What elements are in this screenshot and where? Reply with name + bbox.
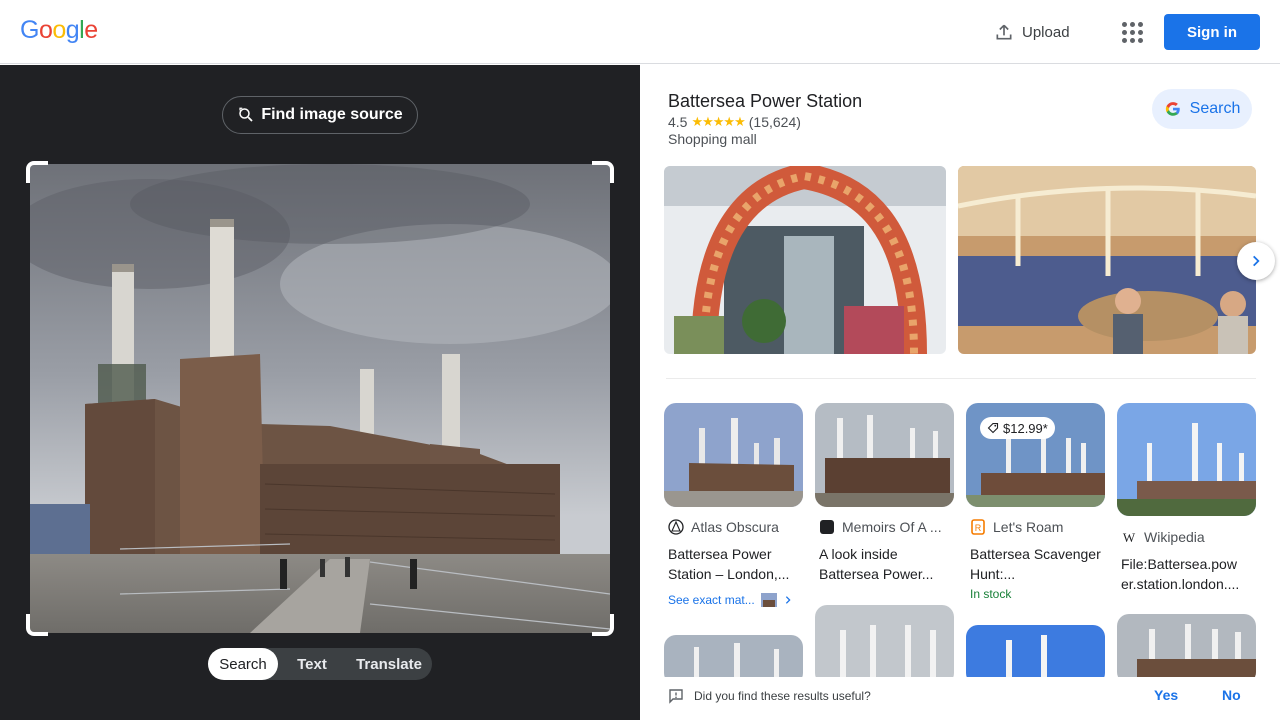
- source-name: Memoirs Of A ...: [842, 519, 942, 535]
- find-source-label: Find image source: [261, 106, 403, 123]
- memoirs-favicon: [819, 519, 835, 535]
- mode-text-tab[interactable]: Text: [278, 648, 346, 680]
- feedback-question: Did you find these results useful?: [694, 689, 871, 703]
- result-thumbnail[interactable]: [664, 403, 803, 507]
- logo-letter: o: [52, 16, 66, 44]
- next-photos-button[interactable]: [1237, 242, 1275, 280]
- query-photo[interactable]: [30, 164, 610, 633]
- result-thumbnail[interactable]: [1117, 614, 1256, 684]
- logo-letter: g: [65, 16, 80, 44]
- entity-rating: 4.5 ★★★★★ (15,624): [668, 114, 801, 130]
- upload-button[interactable]: Upload: [986, 14, 1078, 50]
- chevron-right-icon: [785, 596, 791, 604]
- result-title[interactable]: Battersea Scavenger Hunt:...: [966, 544, 1105, 584]
- price-value: $12.99*: [1003, 420, 1048, 436]
- chevron-right-icon: [1253, 255, 1260, 267]
- result-source[interactable]: R Let's Roam: [966, 519, 1105, 535]
- result-card[interactable]: Memoirs Of A ... A look inside Battersea…: [815, 403, 954, 584]
- stock-status: In stock: [970, 587, 1012, 601]
- svg-text:W: W: [1123, 530, 1136, 545]
- rating-value: 4.5: [668, 114, 688, 130]
- result-title[interactable]: Battersea Power Station – London,...: [664, 544, 803, 584]
- result-card[interactable]: [815, 605, 954, 685]
- section-divider: [666, 378, 1256, 379]
- top-bar: Google Upload Sign in: [0, 0, 1280, 64]
- entity-photo-restaurant[interactable]: [958, 166, 1256, 354]
- results-panel: Battersea Power Station 4.5 ★★★★★ (15,62…: [640, 65, 1280, 720]
- google-logo[interactable]: Google: [20, 16, 98, 45]
- crop-handle-bottom-right[interactable]: [592, 614, 614, 636]
- lens-search-icon: [239, 107, 253, 122]
- price-tag-icon: [987, 422, 999, 434]
- feedback-no-button[interactable]: No: [1222, 687, 1241, 703]
- feedback-icon: [669, 689, 683, 704]
- crop-handle-bottom-left[interactable]: [26, 614, 48, 636]
- result-source[interactable]: Memoirs Of A ...: [815, 519, 954, 535]
- query-image-panel: Find image source Search Text Translate: [0, 65, 640, 720]
- result-card[interactable]: W Wikipedia File:Battersea.pow er.statio…: [1117, 403, 1256, 594]
- google-search-button[interactable]: Search: [1152, 89, 1252, 129]
- result-thumbnail[interactable]: [1117, 403, 1256, 516]
- result-thumbnail[interactable]: $12.99*: [966, 403, 1105, 507]
- result-title[interactable]: File:Battersea.pow er.station.london....: [1117, 554, 1256, 594]
- lets-roam-favicon: R: [970, 519, 986, 535]
- source-name: Wikipedia: [1144, 529, 1205, 545]
- result-title[interactable]: A look inside Battersea Power...: [815, 544, 954, 584]
- result-card[interactable]: [966, 625, 1105, 685]
- upload-icon: [996, 24, 1012, 40]
- see-exact-matches-link[interactable]: See exact mat...: [664, 593, 803, 607]
- source-name: Atlas Obscura: [691, 519, 779, 535]
- result-thumbnail[interactable]: [815, 403, 954, 507]
- result-card[interactable]: Atlas Obscura Battersea Power Station – …: [664, 403, 803, 607]
- upload-label: Upload: [1022, 23, 1070, 41]
- result-thumbnail[interactable]: [966, 625, 1105, 685]
- sign-in-button[interactable]: Sign in: [1164, 14, 1260, 50]
- result-card[interactable]: $12.99* R Let's Roam Battersea Scavenger…: [966, 403, 1105, 601]
- mode-translate-tab[interactable]: Translate: [346, 648, 432, 680]
- review-count: (15,624): [748, 114, 801, 130]
- atlas-obscura-favicon: [668, 519, 684, 535]
- find-image-source-button[interactable]: Find image source: [222, 96, 418, 134]
- apps-grid-icon[interactable]: [1116, 16, 1148, 48]
- feedback-yes-button[interactable]: Yes: [1154, 687, 1178, 703]
- mode-search-tab[interactable]: Search: [208, 648, 278, 680]
- logo-letter: e: [84, 16, 98, 44]
- result-source[interactable]: W Wikipedia: [1117, 529, 1256, 545]
- mode-switcher: Search Text Translate: [208, 648, 432, 680]
- logo-letter: G: [20, 16, 39, 44]
- entity-title[interactable]: Battersea Power Station: [668, 91, 862, 112]
- source-name: Let's Roam: [993, 519, 1064, 535]
- entity-type: Shopping mall: [668, 131, 757, 147]
- star-rating: ★★★★★: [691, 114, 745, 129]
- svg-text:R: R: [975, 523, 982, 533]
- exact-match-label: See exact mat...: [668, 593, 755, 607]
- wikipedia-favicon: W: [1121, 529, 1137, 545]
- result-card[interactable]: [1117, 614, 1256, 684]
- crop-handle-top-right[interactable]: [592, 161, 614, 183]
- entity-photo-flowers[interactable]: [664, 166, 946, 354]
- google-g-icon: [1165, 102, 1180, 116]
- feedback-bar: Did you find these results useful? Yes N…: [640, 677, 1280, 720]
- result-thumbnail[interactable]: [815, 605, 954, 685]
- result-source[interactable]: Atlas Obscura: [664, 519, 803, 535]
- price-badge: $12.99*: [980, 417, 1055, 439]
- crop-handle-top-left[interactable]: [26, 161, 48, 183]
- logo-letter: o: [38, 16, 53, 44]
- google-search-label: Search: [1189, 100, 1241, 117]
- exact-match-thumb: [760, 593, 777, 607]
